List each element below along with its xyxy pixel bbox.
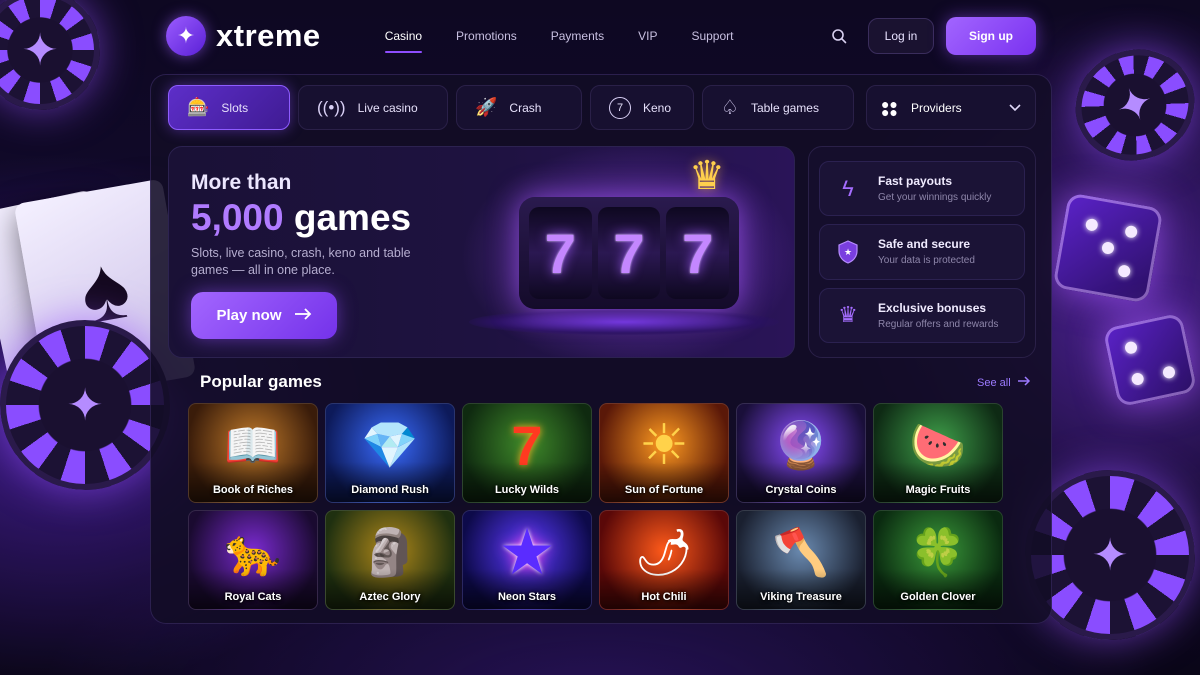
slot-machine-icon: 🎰	[187, 97, 210, 117]
feature-fast-payouts: ϟ Fast payouts Get your winnings quickly	[819, 161, 1025, 217]
popular-games-title: Popular games	[200, 372, 322, 391]
game-title: Book of Riches	[212, 484, 294, 496]
game-tile[interactable]: 🌶 Hot Chili	[599, 510, 729, 610]
game-tile[interactable]: 🍀 Golden Clover	[873, 510, 1003, 610]
tab-label: Crash	[509, 100, 542, 115]
feature-subtitle: Get your winnings quickly	[878, 192, 992, 204]
feature-title: Fast payouts	[878, 174, 953, 189]
play-now-label: Play now	[216, 307, 282, 324]
game-tile[interactable]: 🐆 Royal Cats	[188, 510, 318, 610]
hero-games-word: games	[283, 197, 412, 238]
poker-chip-decoration	[1059, 32, 1200, 178]
nav-item-promotions[interactable]: Promotions	[456, 29, 517, 43]
game-tile[interactable]: 7 Lucky Wilds	[462, 403, 592, 503]
providers-dropdown[interactable]: ● ● ● ● Providers	[866, 85, 1036, 130]
game-title: Lucky Wilds	[494, 484, 560, 496]
game-title: Crystal Coins	[765, 484, 837, 496]
see-all-label: See all	[977, 376, 1011, 389]
category-tabs: 🎰 Slots ((•)) Live casino 🚀 Crash 7 Keno…	[168, 85, 854, 130]
shield-icon: ★	[832, 236, 864, 268]
arrow-right-icon	[1017, 376, 1031, 389]
hero-heading-small: More than	[191, 171, 292, 194]
game-title: Sun of Fortune	[624, 484, 704, 496]
tab-slots[interactable]: 🎰 Slots	[168, 85, 290, 130]
slot-reel: 7	[597, 207, 661, 299]
main-nav: Casino Promotions Payments VIP Support	[384, 29, 733, 53]
game-title: Magic Fruits	[905, 484, 971, 496]
game-title: Hot Chili	[641, 591, 687, 603]
tab-crash[interactable]: 🚀 Crash	[456, 85, 582, 130]
game-tile[interactable]: ☀ Sun of Fortune	[599, 403, 729, 503]
broadcast-icon: ((•))	[317, 97, 346, 117]
feature-subtitle: Regular offers and rewards	[878, 318, 999, 330]
game-title: Neon Stars	[497, 591, 557, 603]
lightning-icon: ϟ	[842, 175, 854, 201]
feature-title: Safe and secure	[878, 237, 971, 252]
crown-icon: ♛	[838, 302, 858, 328]
feature-exclusive-bonuses: ♛ Exclusive bonuses Regular offers and re…	[819, 287, 1025, 343]
tab-label: Slots	[221, 100, 249, 115]
signup-button[interactable]: Sign up	[946, 17, 1036, 55]
game-title: Diamond Rush	[351, 484, 429, 496]
play-now-button[interactable]: Play now	[191, 292, 337, 339]
providers-label: Providers	[911, 100, 962, 115]
nav-item-support[interactable]: Support	[691, 29, 733, 43]
crown-icon: ♛	[689, 154, 725, 198]
dice-decoration	[1052, 192, 1164, 304]
tab-label: Keno	[643, 100, 672, 115]
top-header: ✦ xtreme Casino Promotions Payments VIP …	[150, 0, 1050, 72]
game-tile[interactable]: 🔮 Crystal Coins	[736, 403, 866, 503]
poker-chip-decoration	[0, 0, 100, 110]
game-title: Viking Treasure	[760, 591, 842, 603]
feature-subtitle: Your data is protected	[878, 255, 975, 267]
rocket-icon: 🚀	[475, 97, 498, 117]
tab-table-games[interactable]: ♤ Table games	[702, 85, 854, 130]
game-tile[interactable]: 🗿 Aztec Glory	[325, 510, 455, 610]
slot-pedestal	[469, 309, 779, 335]
slot-reel: 7	[529, 207, 592, 299]
feature-safe-secure: ★ Safe and secure Your data is protected	[819, 224, 1025, 280]
tab-label: Table games	[750, 100, 819, 115]
game-tile[interactable]: 🪓 Viking Treasure	[736, 510, 866, 610]
tab-keno[interactable]: 7 Keno	[590, 85, 694, 130]
logo[interactable]: ✦ xtreme	[166, 16, 321, 56]
game-tile[interactable]: 🍉 Magic Fruits	[873, 403, 1003, 503]
popular-games-grid: 📖 Book of Riches 💎 Diamond Rush 7 Lucky Wil…	[188, 403, 1016, 610]
nav-item-vip[interactable]: VIP	[638, 29, 657, 43]
game-tile[interactable]: 📖 Book of Riches	[188, 403, 318, 503]
feature-title: Exclusive bonuses	[878, 300, 987, 315]
hero-description: Slots, live casino, crash, keno and tabl…	[191, 246, 411, 277]
game-tile[interactable]: 💎 Diamond Rush	[325, 403, 455, 503]
arrow-right-icon	[294, 307, 312, 324]
features-panel: ϟ Fast payouts Get your winnings quickly …	[808, 146, 1036, 358]
login-button[interactable]: Log in	[868, 18, 934, 54]
nav-item-payments[interactable]: Payments	[551, 29, 604, 43]
game-title: Golden Clover	[900, 591, 976, 603]
game-title: Aztec Glory	[359, 591, 421, 603]
keno-ball-icon: 7	[609, 96, 631, 119]
spade-icon: ♤	[721, 97, 739, 119]
slot-machine-illustration: 7 7 7	[519, 197, 739, 309]
nav-item-casino[interactable]: Casino	[384, 29, 423, 53]
see-all-link[interactable]: See all	[977, 376, 1031, 389]
game-tile[interactable]: ★ Neon Stars	[462, 510, 592, 610]
hero-heading-large: 5,000 games	[191, 197, 411, 239]
chevron-down-icon	[1009, 101, 1021, 115]
dice-decoration	[1102, 312, 1198, 408]
hero-banner: More than 5,000 games Slots, live casino…	[168, 146, 795, 358]
tab-label: Live casino	[357, 100, 418, 115]
tab-live-casino[interactable]: ((•)) Live casino	[298, 85, 448, 130]
poker-chip-decoration	[0, 320, 170, 490]
grid-dots-icon: ● ● ● ●	[881, 95, 898, 120]
search-icon[interactable]	[822, 19, 856, 53]
slot-reel: 7	[666, 207, 730, 299]
logo-text: xtreme	[216, 18, 321, 53]
game-title: Royal Cats	[224, 591, 282, 603]
svg-text:★: ★	[844, 248, 852, 258]
hero-count: 5,000	[191, 197, 284, 238]
star-icon: ✦	[166, 16, 206, 56]
